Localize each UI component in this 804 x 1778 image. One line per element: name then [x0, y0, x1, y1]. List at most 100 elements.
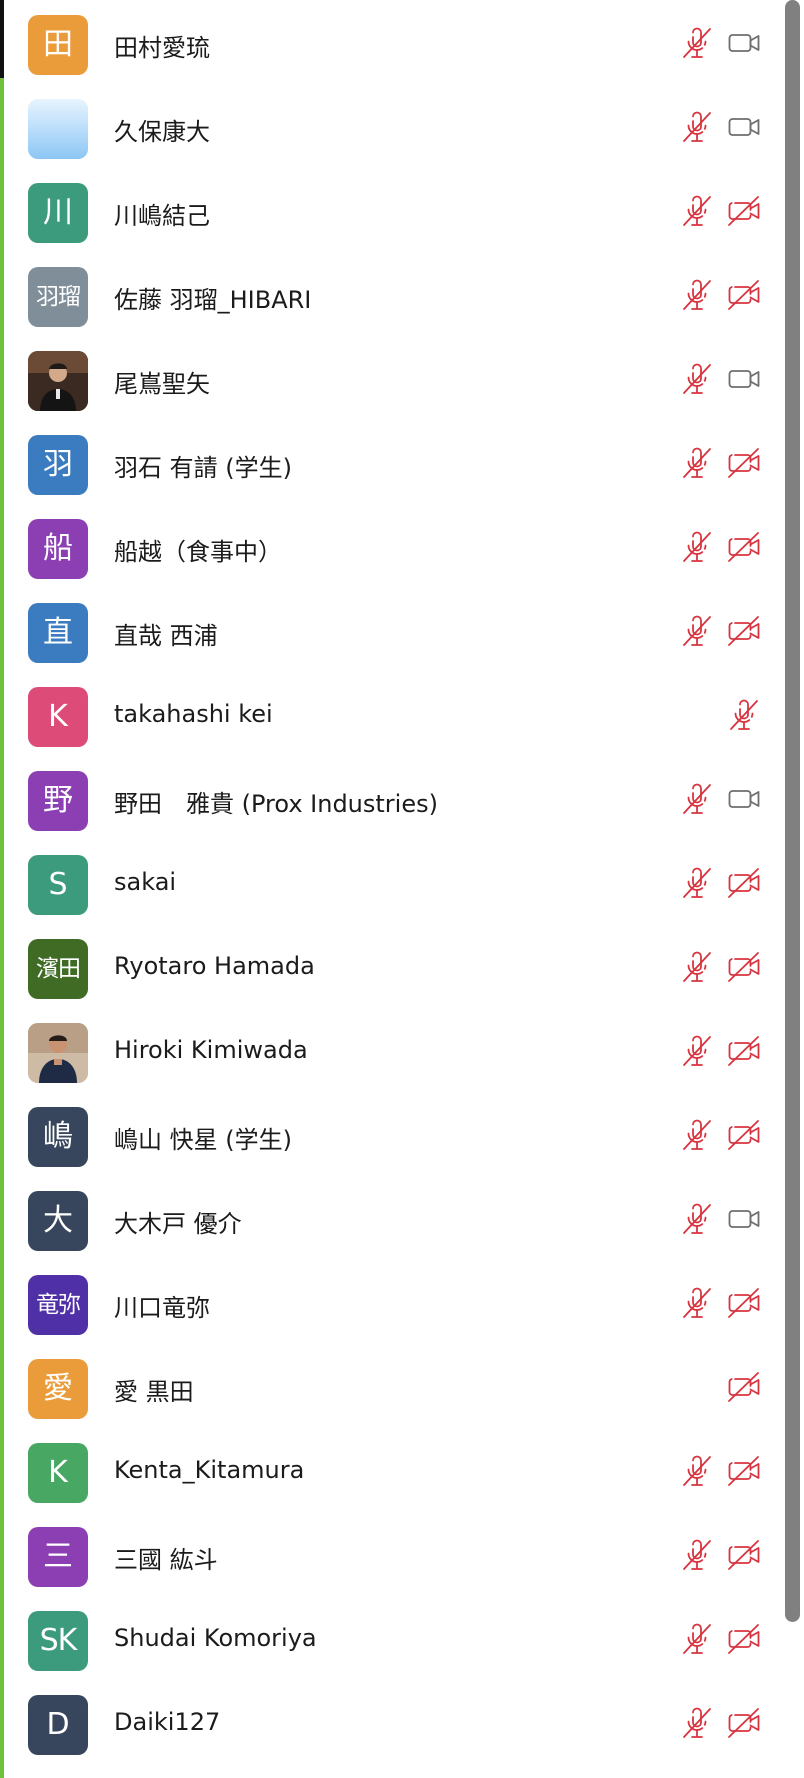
video-off-icon[interactable] — [727, 278, 761, 312]
mic-muted-icon[interactable] — [680, 194, 714, 228]
video-off-icon[interactable] — [727, 530, 761, 564]
mic-muted-icon[interactable] — [680, 110, 714, 144]
participant-row[interactable]: D Daiki127 — [0, 1680, 783, 1764]
avatar: 川 — [28, 183, 88, 243]
avatar: SK — [28, 1611, 88, 1671]
mic-muted-icon[interactable] — [680, 1622, 714, 1656]
avatar-photo — [28, 99, 88, 159]
participant-name: Shudai Komoriya — [114, 1624, 317, 1652]
video-off-icon[interactable] — [727, 950, 761, 984]
participant-name: Kenta_Kitamura — [114, 1456, 305, 1484]
avatar-initial: K — [48, 699, 68, 734]
video-off-icon[interactable] — [727, 614, 761, 648]
video-camera-icon[interactable] — [727, 362, 761, 396]
mic-muted-icon[interactable] — [680, 1286, 714, 1320]
mic-muted-icon[interactable] — [680, 782, 714, 816]
avatar-initial: 濱田 — [36, 955, 81, 982]
video-off-icon[interactable] — [727, 1286, 761, 1320]
participant-name: 尾嶌聖矢 — [114, 370, 210, 398]
avatar: 嶋 — [28, 1107, 88, 1167]
participant-row[interactable]: 嶋 嶋山 快星 (学生) — [0, 1092, 783, 1176]
participant-name: 大木戸 優介 — [114, 1210, 242, 1238]
participant-row[interactable]: 田 田村愛琉 — [0, 0, 783, 84]
avatar-initial: 三 — [43, 1539, 73, 1574]
video-off-icon[interactable] — [727, 1706, 761, 1740]
participant-row[interactable]: 大 大木戸 優介 — [0, 1176, 783, 1260]
participant-row[interactable]: Ktakahashi kei — [0, 672, 783, 756]
video-off-icon[interactable] — [727, 1118, 761, 1152]
video-camera-icon[interactable] — [727, 26, 761, 60]
video-off-icon[interactable] — [727, 1622, 761, 1656]
video-camera-icon[interactable] — [727, 1202, 761, 1236]
scrollbar-thumb[interactable] — [785, 0, 800, 1622]
avatar-initial: 直 — [43, 615, 73, 650]
avatar: 野 — [28, 771, 88, 831]
video-off-icon[interactable] — [727, 1538, 761, 1572]
video-camera-icon[interactable] — [727, 110, 761, 144]
avatar-initial: SK — [39, 1623, 78, 1658]
participant-row[interactable]: 船 船越（食事中） — [0, 504, 783, 588]
avatar: 直 — [28, 603, 88, 663]
avatar-initial: 野 — [43, 783, 73, 818]
video-off-icon[interactable] — [727, 194, 761, 228]
participant-name: Ryotaro Hamada — [114, 952, 315, 980]
avatar-initial: 竜弥 — [36, 1291, 81, 1318]
mic-muted-icon[interactable] — [680, 1706, 714, 1740]
avatar-initial: 羽 — [43, 447, 73, 482]
participant-row[interactable]: 竜弥 川口竜弥 — [0, 1260, 783, 1344]
participant-row[interactable]: 尾嶌聖矢 — [0, 336, 783, 420]
avatar-photo — [28, 351, 88, 411]
video-off-icon[interactable] — [727, 1454, 761, 1488]
avatar-photo — [28, 1023, 88, 1083]
participant-row[interactable]: Hiroki Kimiwada — [0, 1008, 783, 1092]
mic-muted-icon[interactable] — [680, 614, 714, 648]
video-off-icon[interactable] — [727, 1370, 761, 1404]
avatar-initial: K — [48, 1455, 68, 1490]
mic-muted-icon[interactable] — [680, 278, 714, 312]
mic-muted-icon[interactable] — [680, 1454, 714, 1488]
mic-muted-icon[interactable] — [680, 866, 714, 900]
video-off-icon[interactable] — [727, 1034, 761, 1068]
participant-row[interactable]: 羽 羽石 有請 (学生) — [0, 420, 783, 504]
participant-name: 野田 雅貴 (Prox Industries) — [114, 790, 438, 818]
video-off-icon[interactable] — [727, 866, 761, 900]
video-camera-icon[interactable] — [727, 782, 761, 816]
avatar: 羽 — [28, 435, 88, 495]
participant-row[interactable]: 三 三國 紘斗 — [0, 1512, 783, 1596]
participant-row[interactable]: SK Shudai Komoriya — [0, 1596, 783, 1680]
avatar: 竜弥 — [28, 1275, 88, 1335]
participant-row[interactable]: Ssakai — [0, 840, 783, 924]
avatar-initial: D — [46, 1707, 70, 1742]
mic-muted-icon[interactable] — [680, 446, 714, 480]
participant-name: takahashi kei — [114, 700, 273, 728]
participant-name: 嶋山 快星 (学生) — [114, 1126, 292, 1154]
avatar: K — [28, 1443, 88, 1503]
mic-muted-icon[interactable] — [680, 1118, 714, 1152]
mic-muted-icon[interactable] — [680, 1538, 714, 1572]
participant-row[interactable]: 川 川嶋結己 — [0, 168, 783, 252]
participant-row[interactable]: 野 野田 雅貴 (Prox Industries) — [0, 756, 783, 840]
participant-row[interactable]: 濱田 Ryotaro Hamada — [0, 924, 783, 1008]
participant-name: 船越（食事中） — [114, 538, 282, 566]
mic-muted-icon[interactable] — [680, 950, 714, 984]
mic-muted-icon[interactable] — [680, 1034, 714, 1068]
participant-name: 愛 黒田 — [114, 1378, 194, 1406]
participant-name: 川口竜弥 — [114, 1294, 210, 1322]
avatar: 大 — [28, 1191, 88, 1251]
participant-row[interactable]: 直 直哉 西浦 — [0, 588, 783, 672]
participant-row[interactable]: 久保康大 — [0, 84, 783, 168]
avatar-initial: 羽瑠 — [36, 283, 81, 310]
avatar-initial: 嶋 — [43, 1119, 73, 1154]
avatar: 愛 — [28, 1359, 88, 1419]
avatar: S — [28, 855, 88, 915]
video-off-icon[interactable] — [727, 446, 761, 480]
mic-muted-icon[interactable] — [680, 26, 714, 60]
mic-muted-icon[interactable] — [680, 530, 714, 564]
mic-muted-icon[interactable] — [680, 1202, 714, 1236]
participant-row[interactable]: 羽瑠 佐藤 羽瑠_HIBARI — [0, 252, 783, 336]
participant-row[interactable]: 愛 愛 黒田 — [0, 1344, 783, 1428]
participant-name: 三國 紘斗 — [114, 1546, 218, 1574]
mic-muted-icon[interactable] — [727, 698, 761, 732]
mic-muted-icon[interactable] — [680, 362, 714, 396]
participant-row[interactable]: K Kenta_Kitamura — [0, 1428, 783, 1512]
